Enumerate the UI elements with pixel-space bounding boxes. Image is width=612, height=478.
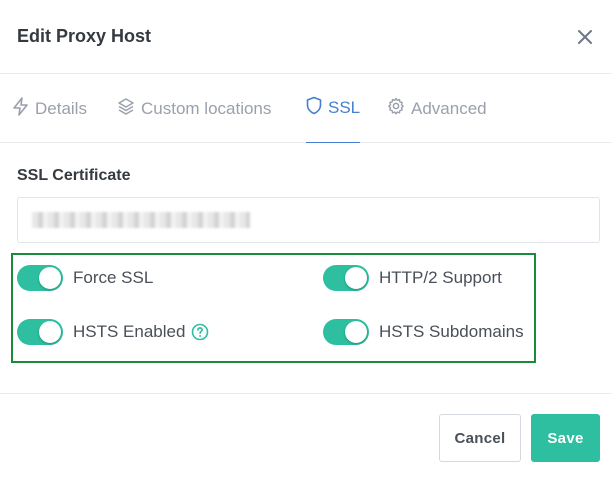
http2-support-toggle[interactable]: HTTP/2 Support bbox=[323, 265, 502, 291]
hsts-enabled-toggle[interactable]: HSTS Enabled bbox=[17, 319, 209, 345]
toggle-label: HSTS Enabled bbox=[73, 322, 186, 341]
toggle-switch[interactable] bbox=[17, 265, 63, 291]
tab-label: Details bbox=[35, 98, 87, 118]
edit-proxy-host-modal: Edit Proxy Host Details Custom locations… bbox=[0, 0, 612, 478]
modal-title: Edit Proxy Host bbox=[17, 26, 152, 46]
bolt-icon bbox=[12, 96, 35, 121]
save-button[interactable]: Save bbox=[531, 414, 600, 462]
close-icon[interactable] bbox=[574, 26, 596, 48]
cancel-button[interactable]: Cancel bbox=[439, 414, 521, 462]
shield-icon bbox=[306, 96, 328, 120]
toggle-switch[interactable] bbox=[323, 319, 369, 345]
toggle-label: HTTP/2 Support bbox=[379, 268, 502, 287]
modal-header: Edit Proxy Host bbox=[0, 0, 612, 74]
hsts-subdomains-toggle[interactable]: HSTS Subdomains bbox=[323, 319, 524, 345]
toggle-label: Force SSL bbox=[73, 268, 154, 287]
question-circle-icon[interactable] bbox=[191, 323, 209, 341]
tab-bar: Details Custom locations SSL Advanced bbox=[0, 74, 612, 143]
tab-details[interactable]: Details bbox=[12, 74, 87, 143]
toggle-switch[interactable] bbox=[323, 265, 369, 291]
tab-custom-locations[interactable]: Custom locations bbox=[117, 74, 271, 143]
footer-divider bbox=[0, 393, 612, 394]
tab-ssl[interactable]: SSL bbox=[306, 74, 361, 143]
force-ssl-toggle[interactable]: Force SSL bbox=[17, 265, 153, 291]
toggle-switch[interactable] bbox=[17, 319, 63, 345]
gear-icon bbox=[387, 97, 411, 120]
tab-label: Custom locations bbox=[141, 98, 272, 118]
redacted-certificate-value bbox=[32, 212, 250, 228]
tab-label: SSL bbox=[328, 98, 361, 117]
toggle-label: HSTS Subdomains bbox=[379, 322, 524, 341]
ssl-certificate-label: SSL Certificate bbox=[17, 167, 131, 184]
ssl-certificate-select[interactable] bbox=[17, 197, 600, 243]
layers-icon bbox=[117, 97, 141, 120]
tab-label: Advanced bbox=[411, 98, 487, 118]
tab-advanced[interactable]: Advanced bbox=[387, 74, 487, 143]
